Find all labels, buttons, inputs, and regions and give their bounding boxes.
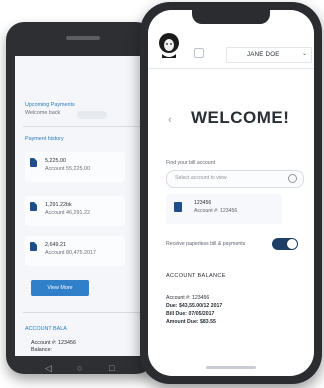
paperless-label: Receive paperless bill & payments	[166, 241, 246, 247]
payment-account: Account 46,291.22	[45, 210, 90, 216]
detail-line: Due: $43,55.00/12 2017	[166, 303, 223, 309]
payment-amount: 2,649.21	[45, 242, 66, 248]
iphone-screen: JANE DOE ⌄ ‹ WELCOME! Find your bill acc…	[148, 10, 314, 376]
greeting-title: Upcoming Payments	[25, 102, 75, 108]
speaker-grille	[66, 36, 100, 40]
search-icon	[288, 174, 297, 183]
user-dropdown[interactable]: JANE DOE ⌄	[226, 47, 312, 63]
menu-icon[interactable]	[194, 48, 204, 58]
recents-icon[interactable]: □	[109, 364, 114, 373]
payment-account: Account 80,475.2017	[45, 250, 96, 256]
detail-line: Account #: 123456	[166, 295, 210, 301]
card-subtitle: Account #: 123456	[194, 208, 238, 214]
paperless-toggle[interactable]	[272, 238, 298, 250]
document-icon	[174, 202, 182, 212]
document-icon	[30, 202, 37, 211]
payment-history-title: Payment history	[25, 136, 64, 142]
back-icon[interactable]: ◁	[45, 364, 52, 373]
divider	[23, 126, 141, 127]
account-card[interactable]: 123456 Account #: 123456	[166, 194, 282, 224]
android-phone: Upcoming Payments Welcome back Payment h…	[6, 22, 154, 374]
detail-line: Amount Due: $83.55	[166, 319, 216, 325]
divider	[23, 312, 141, 313]
payment-amount: 1,291.22bk	[45, 202, 72, 208]
card-title: 123456	[194, 200, 212, 206]
account-balance-title: ACCOUNT BALA	[25, 326, 67, 332]
payment-account: Account 55,225.00	[45, 166, 90, 172]
chevron-down-icon: ⌄	[301, 51, 307, 57]
home-icon[interactable]: ○	[77, 364, 82, 373]
iphone-phone: JANE DOE ⌄ ‹ WELCOME! Find your bill acc…	[140, 2, 322, 384]
payment-amount: 5,225.00	[45, 158, 66, 164]
android-screen: Upcoming Payments Welcome back Payment h…	[15, 56, 149, 356]
greeting-subtitle: Welcome back	[25, 110, 61, 116]
greeting-pill	[77, 111, 107, 119]
account-number: Account #: 123456	[31, 340, 76, 346]
account-balance-title: ACCOUNT BALANCE	[166, 273, 226, 279]
search-label: Find your bill account	[166, 160, 216, 166]
document-icon	[30, 242, 37, 251]
payment-item[interactable]: 5,225.00 Account 55,225.00	[25, 152, 125, 182]
payment-item[interactable]: 2,649.21 Account 80,475.2017	[25, 236, 125, 266]
toggle-knob	[287, 239, 297, 249]
document-icon	[30, 158, 37, 167]
user-name: JANE DOE	[247, 51, 280, 58]
search-placeholder: Select account to view	[175, 175, 227, 181]
back-arrow-icon[interactable]: ‹	[168, 114, 172, 126]
view-more-button[interactable]: View More	[31, 280, 89, 296]
phone-notch	[192, 10, 270, 24]
android-nav-bar: ◁ ○ □	[15, 362, 149, 374]
portrait-logo-icon[interactable]	[154, 30, 184, 60]
payment-item[interactable]: 1,291.22bk Account 46,291.22	[25, 196, 125, 226]
account-search-input[interactable]: Select account to view	[166, 170, 304, 188]
account-balance: Balance:	[31, 347, 52, 353]
welcome-title: WELCOME!	[191, 108, 290, 127]
home-indicator[interactable]	[206, 366, 256, 369]
detail-line: Bill Due: 07/05/2017	[166, 311, 215, 317]
